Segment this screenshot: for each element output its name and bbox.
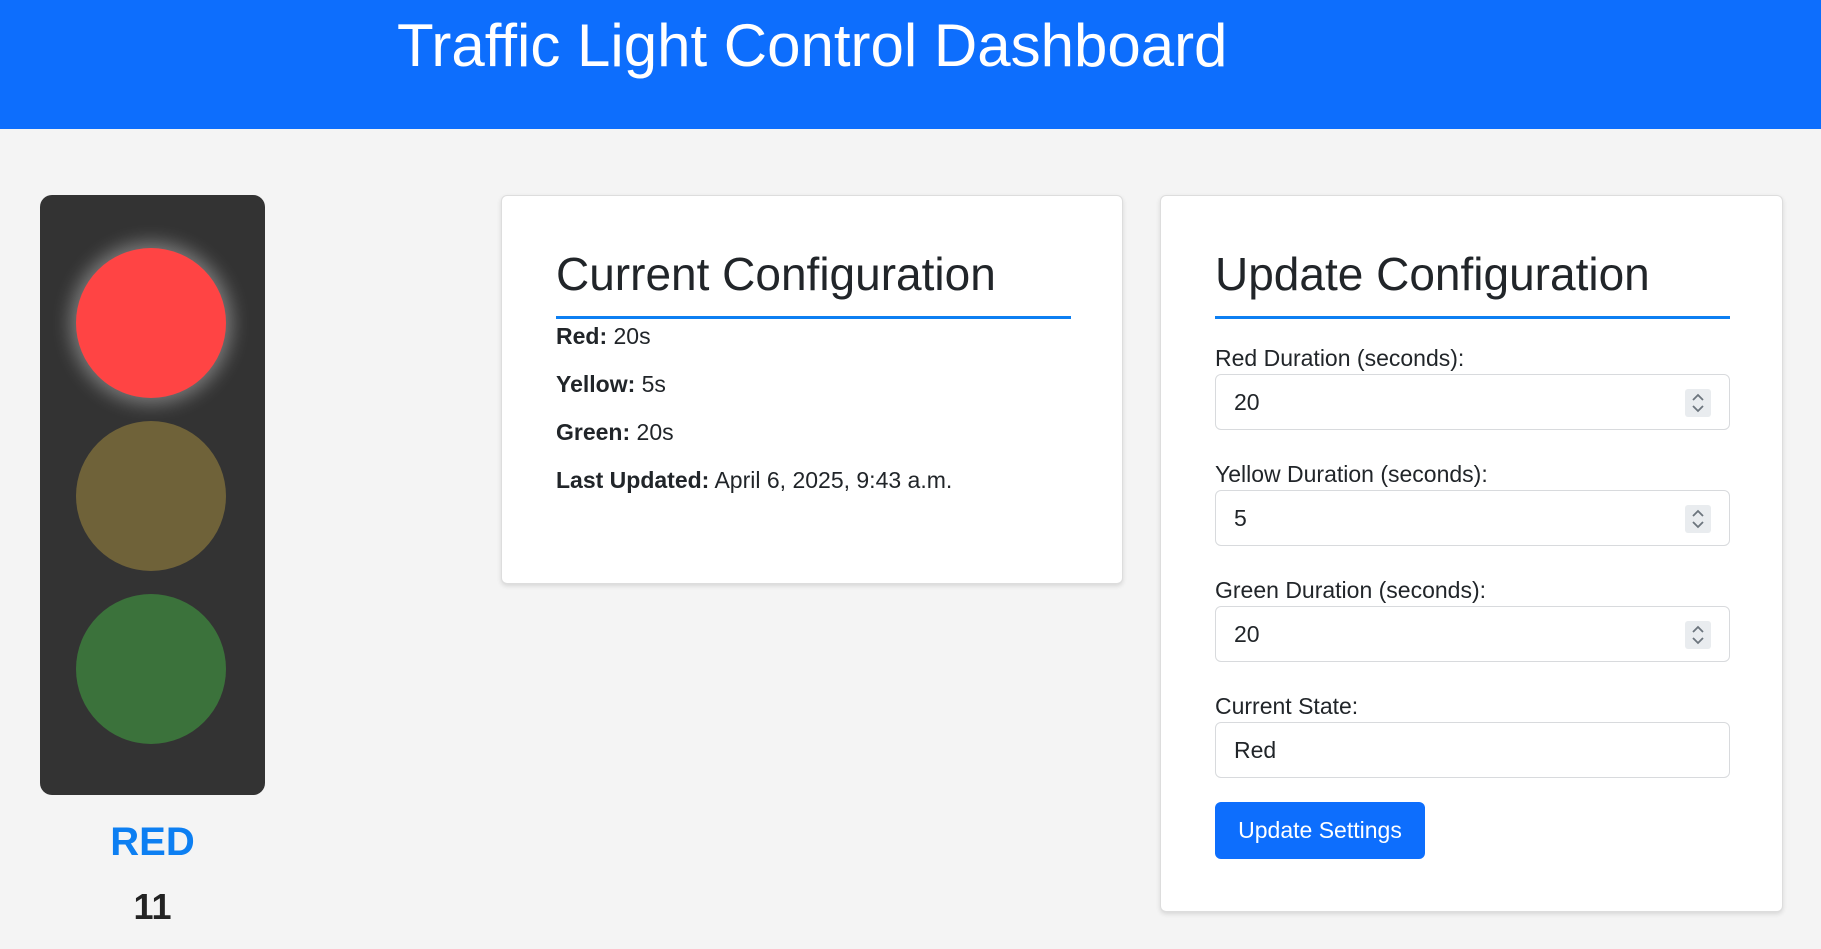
current-state-label: RED [110,820,195,864]
red-duration-input[interactable]: 20 [1215,374,1730,430]
info-label: Last Updated: [556,467,710,493]
page-title: Traffic Light Control Dashboard [397,12,1228,79]
input-value: 20 [1234,389,1260,415]
green-duration-label: Green Duration (seconds): [1215,577,1487,603]
info-value: 20s [636,419,674,445]
input-value: 5 [1234,505,1247,531]
info-value: 5s [641,371,666,397]
yellow-duration-info: Yellow: 5s [556,370,666,398]
current-state-field-label: Current State: [1215,693,1359,719]
info-value: April 6, 2025, 9:43 a.m. [714,467,953,493]
red-lamp [76,248,226,398]
last-updated-info: Last Updated: April 6, 2025, 9:43 a.m. [556,466,952,494]
red-duration-label: Red Duration (seconds): [1215,345,1465,371]
current-configuration-card: Current Configuration Red: 20s Yellow: 5… [501,195,1123,584]
yellow-duration-label: Yellow Duration (seconds): [1215,461,1488,487]
update-configuration-card: Update Configuration Red Duration (secon… [1160,195,1783,912]
info-label: Green: [556,419,631,445]
page-header: Traffic Light Control Dashboard [0,0,1821,129]
info-label: Red: [556,323,608,349]
red-duration-info: Red: 20s [556,322,651,350]
input-value: Red [1234,737,1277,763]
green-duration-input[interactable]: 20 [1215,606,1730,662]
traffic-light [40,195,265,795]
yellow-lamp [76,421,226,571]
countdown-timer: 11 [133,886,172,927]
current-configuration-title: Current Configuration [556,246,1071,319]
update-configuration-title: Update Configuration [1215,246,1730,319]
stepper-icon[interactable] [1685,621,1711,649]
current-state-input[interactable]: Red [1215,722,1730,778]
stepper-icon[interactable] [1685,505,1711,533]
green-duration-info: Green: 20s [556,418,674,446]
yellow-duration-input[interactable]: 5 [1215,490,1730,546]
stepper-icon[interactable] [1685,389,1711,417]
info-value: 20s [613,323,651,349]
green-lamp [76,594,226,744]
input-value: 20 [1234,621,1260,647]
update-settings-button[interactable]: Update Settings [1215,802,1425,859]
info-label: Yellow: [556,371,636,397]
